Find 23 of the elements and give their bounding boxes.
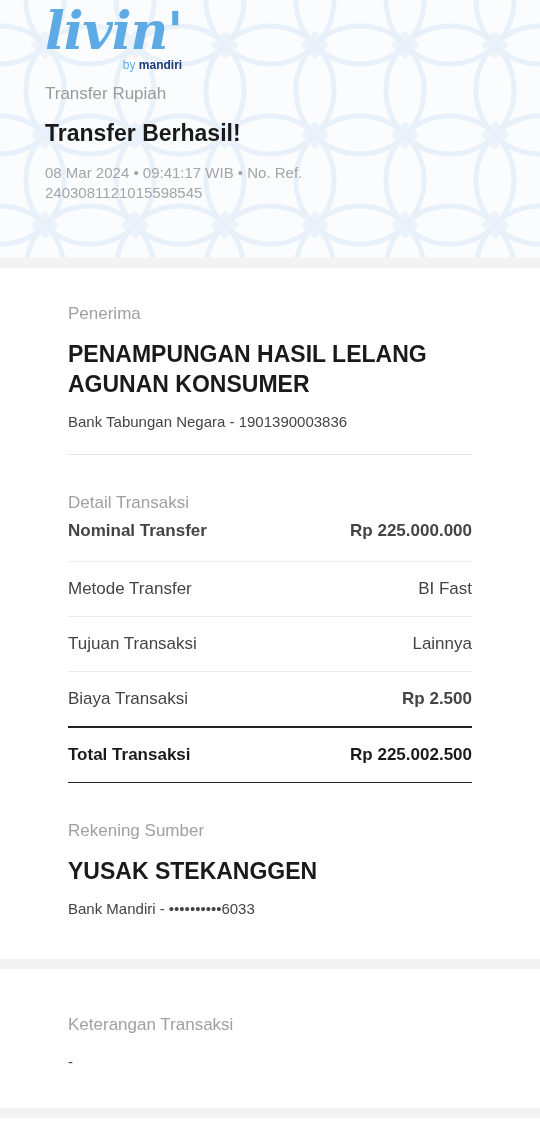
- section-label: Detail Transaksi: [68, 493, 190, 513]
- row-value: BI Fast: [418, 579, 472, 599]
- recipient-name: PENAMPUNGAN HASIL LELANG AGUNAN KONSUMER: [68, 340, 428, 399]
- category-label: Transfer Rupiah: [45, 84, 168, 104]
- account-holder-name: YUSAK STEKANGGEN: [68, 857, 319, 886]
- recipient-account: Bank Tabungan Negara - 1901390003836: [68, 413, 349, 430]
- row-value: Rp 225.002.500: [350, 745, 472, 765]
- section-label: Penerima: [68, 304, 142, 324]
- note-value: -: [68, 1053, 74, 1070]
- section-label: Keterangan Transaksi: [68, 1015, 235, 1035]
- row-label: Total Transaksi: [68, 745, 191, 765]
- row-label: Metode Transfer: [68, 579, 192, 599]
- status-title: Transfer Berhasil!: [45, 120, 242, 147]
- row-label: Nominal Transfer: [68, 521, 207, 541]
- row-label: Tujuan Transaksi: [68, 634, 197, 654]
- row-value: Lainnya: [412, 634, 472, 654]
- row-value: Rp 225.000.000: [350, 521, 472, 541]
- row-value: Rp 2.500: [402, 689, 472, 709]
- row-label: Biaya Transaksi: [68, 689, 188, 709]
- logo: livin' by mandiri: [45, 0, 183, 72]
- transaction-meta: 08 Mar 2024 • 09:41:17 WIB • No. Ref. 2403081121015598545: [45, 163, 304, 203]
- section-label: Rekening Sumber: [68, 821, 206, 841]
- source-account: Bank Mandiri - ••••••••••6033: [68, 900, 256, 917]
